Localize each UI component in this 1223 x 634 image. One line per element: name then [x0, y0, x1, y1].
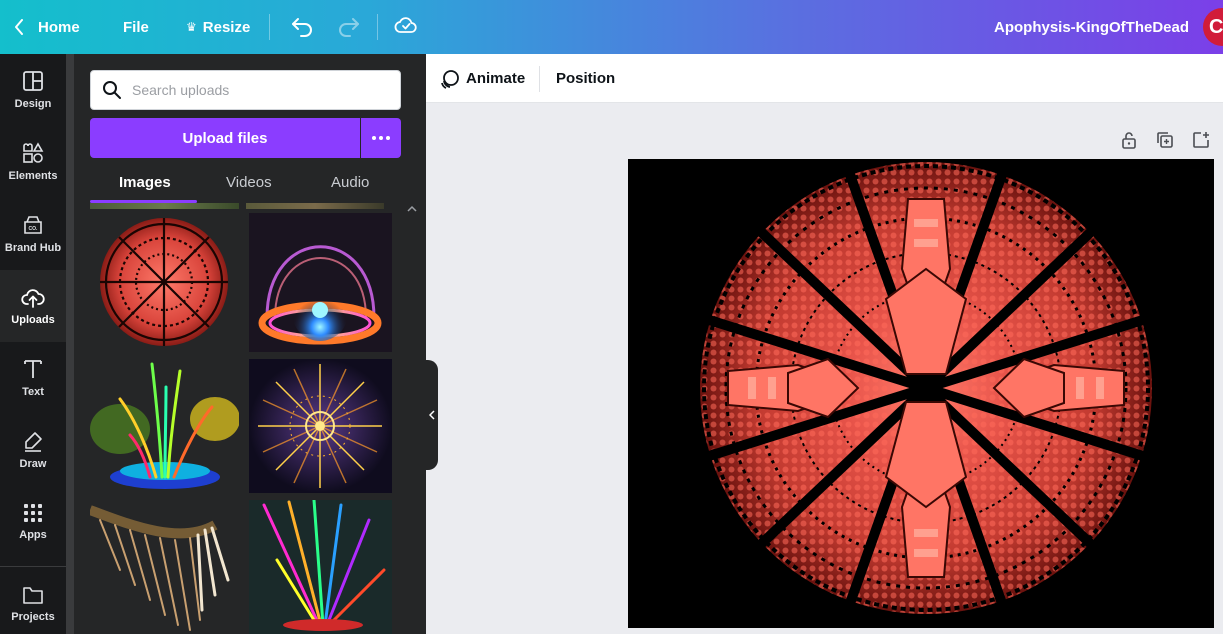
- text-icon: [24, 360, 42, 378]
- tab-videos[interactable]: Videos: [226, 162, 272, 202]
- feather-image: [90, 505, 230, 631]
- thumbnail-partial[interactable]: [246, 203, 384, 209]
- golden-kaleidoscope-image: [249, 359, 392, 493]
- home-label: Home: [38, 18, 80, 36]
- rail-label-projects: Projects: [11, 611, 55, 623]
- animate-label: Animate: [466, 70, 526, 87]
- toolbar-divider: [377, 14, 378, 40]
- tab-audio[interactable]: Audio: [331, 162, 369, 202]
- rail-label-design: Design: [14, 98, 52, 110]
- thumbnail-rainbow-grass[interactable]: [90, 359, 239, 493]
- search-input[interactable]: [132, 82, 372, 98]
- rail-item-draw[interactable]: Draw: [0, 414, 66, 486]
- rail-label-uploads: Uploads: [11, 314, 55, 326]
- neon-rays-image: [249, 500, 392, 634]
- rail-divider: [0, 566, 66, 567]
- thumbnail-glowing-orb[interactable]: [249, 213, 392, 352]
- position-button[interactable]: Position: [556, 54, 615, 103]
- resize-label: Resize: [202, 18, 251, 36]
- toolbar-divider: [539, 66, 540, 92]
- chevron-left-icon: [429, 410, 435, 420]
- design-canvas[interactable]: [628, 159, 1214, 628]
- rail-label-brand-hub: Brand Hub: [4, 242, 62, 254]
- upload-files-button[interactable]: Upload files: [90, 118, 360, 158]
- upload-cloud-icon: [21, 289, 45, 308]
- rail-item-text[interactable]: Text: [0, 342, 66, 414]
- animate-button[interactable]: Animate: [440, 54, 525, 103]
- file-menu-button[interactable]: File: [123, 0, 149, 54]
- left-rail: Design Elements CO. Brand Hub Uploads Te…: [0, 54, 66, 634]
- rail-label-apps: Apps: [19, 529, 47, 541]
- uploads-panel: Upload files Images Videos Audio: [66, 54, 426, 634]
- rail-item-apps[interactable]: Apps: [0, 486, 66, 558]
- redo-icon[interactable]: [337, 14, 361, 38]
- resize-button[interactable]: ♛ Resize: [186, 0, 250, 54]
- chevron-left-icon: [15, 19, 23, 35]
- red-fractal-image: [100, 218, 228, 346]
- toolbar-divider: [269, 14, 270, 40]
- search-box[interactable]: [90, 70, 401, 110]
- glowing-orb-image: [258, 245, 382, 345]
- search-icon: [103, 81, 121, 99]
- rainbow-grass-image: [90, 362, 239, 489]
- add-page-icon[interactable]: [1191, 130, 1211, 150]
- undo-icon[interactable]: [290, 14, 314, 38]
- apps-icon: [24, 504, 42, 522]
- lock-icon[interactable]: [1119, 130, 1139, 150]
- document-title[interactable]: Apophysis-KingOfTheDead: [994, 0, 1189, 54]
- svg-text:CO.: CO.: [29, 226, 39, 232]
- collapse-panel-button[interactable]: [426, 360, 438, 470]
- rail-item-elements[interactable]: Elements: [0, 126, 66, 198]
- rail-label-draw: Draw: [19, 458, 47, 470]
- rail-item-uploads[interactable]: Uploads: [0, 270, 66, 342]
- thumbnail-red-fractal[interactable]: [90, 213, 239, 352]
- red-fractal-artwork: [700, 162, 1152, 614]
- design-icon: [23, 71, 43, 91]
- brand-hub-icon: CO.: [24, 216, 42, 234]
- top-bar: Home File ♛ Resize Apophysis-KingOfTheDe…: [0, 0, 1223, 54]
- thumbnail-feather[interactable]: [90, 500, 239, 634]
- upload-more-button[interactable]: [361, 118, 401, 158]
- context-toolbar: Animate Position: [426, 54, 1223, 103]
- draw-icon: [25, 432, 42, 452]
- thumbnail-neon-rays[interactable]: [249, 500, 392, 634]
- rail-item-brand-hub[interactable]: CO. Brand Hub: [0, 198, 66, 270]
- rail-item-design[interactable]: Design: [0, 54, 66, 126]
- folder-icon: [23, 587, 43, 604]
- duplicate-page-icon[interactable]: [1155, 130, 1175, 150]
- rail-label-text: Text: [22, 386, 44, 398]
- crown-icon: ♛: [186, 20, 197, 34]
- more-horizontal-icon: [372, 136, 390, 140]
- file-label: File: [123, 18, 149, 36]
- rail-item-projects[interactable]: Projects: [0, 574, 66, 634]
- thumbnail-golden-kaleidoscope[interactable]: [249, 359, 392, 493]
- elements-icon: [23, 142, 44, 163]
- cloud-saved-icon[interactable]: [394, 13, 418, 37]
- home-button[interactable]: Home: [14, 0, 80, 54]
- animate-icon: [441, 69, 459, 89]
- tab-images[interactable]: Images: [119, 162, 171, 202]
- scroll-up-icon[interactable]: [407, 204, 417, 214]
- thumbnail-partial[interactable]: [90, 203, 239, 209]
- rail-label-elements: Elements: [8, 170, 58, 182]
- avatar[interactable]: C: [1203, 8, 1223, 46]
